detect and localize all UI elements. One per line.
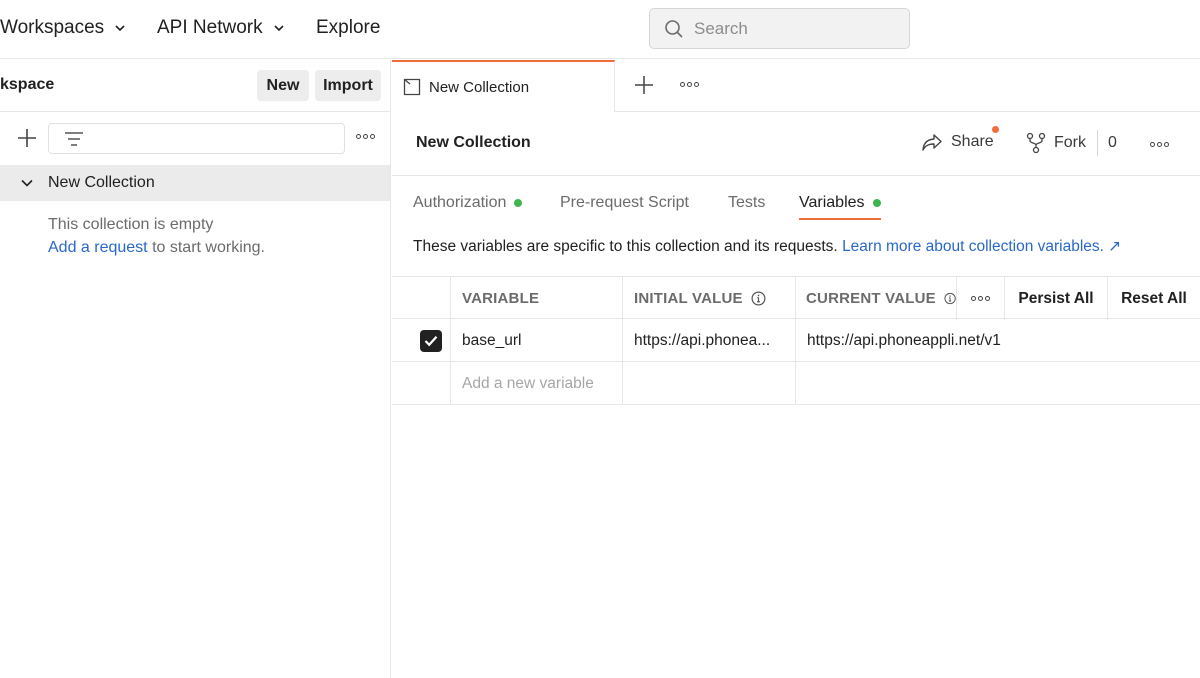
sidebar-toolbar [0,112,390,165]
fork-button[interactable]: Fork [1026,132,1086,154]
api-network-menu[interactable]: API Network [157,17,285,39]
collection-more-icon[interactable] [1150,142,1169,147]
add-collection-icon[interactable] [14,125,40,151]
header-initial-value-label: INITIAL VALUE [634,290,743,307]
info-icon[interactable] [944,291,956,306]
tab-tests[interactable]: Tests [728,188,765,218]
fork-icon [1026,132,1046,154]
share-icon [922,134,942,151]
filter-icon [65,131,83,146]
reset-all-button[interactable]: Reset All [1108,277,1200,320]
more-options-icon[interactable] [356,134,375,139]
chevron-down-icon [274,25,284,32]
collection-header: New Collection Share Fork 0 [392,112,1200,176]
tab-new-collection[interactable]: New Collection [392,60,615,112]
search-box[interactable] [649,8,910,49]
new-tab-icon[interactable] [632,73,656,97]
search-input[interactable] [694,18,884,39]
chevron-down-icon [115,25,125,32]
tab-authorization-label: Authorization [413,194,507,211]
new-initial-value-cell[interactable] [623,362,795,405]
tab-pre-request-label: Pre-request Script [560,194,689,211]
tab-label: New Collection [429,78,530,96]
persist-all-button[interactable]: Persist All [1005,277,1107,320]
workspaces-label: Workspaces [0,17,105,38]
add-request-link[interactable]: Add a request [48,239,148,256]
sidebar: kspace New Import New Collection This co… [0,60,391,678]
tabs-bar: New Collection [392,60,1200,112]
search-icon [665,19,683,38]
explore-link[interactable]: Explore [316,17,380,39]
header-initial-value: INITIAL VALUE [634,277,794,320]
collection-subtabs: Authorization Pre-request Script Tests V… [392,176,1200,220]
status-dot [514,199,523,207]
workspaces-menu[interactable]: Workspaces [0,17,126,39]
table-row: base_url https://api.phonea... https://a… [392,319,1200,362]
share-button[interactable]: Share [921,132,994,152]
header-current-value: CURRENT VALUE [806,277,956,320]
api-network-label: API Network [157,17,263,38]
collection-title: New Collection [416,134,531,151]
tab-tests-label: Tests [728,194,766,211]
tab-variables-label: Variables [799,194,865,211]
notification-dot [992,126,999,133]
explore-label: Explore [316,17,381,38]
new-current-value-cell[interactable] [796,362,1200,405]
header-current-value-label: CURRENT VALUE [806,290,936,307]
checkmark-icon [424,335,438,346]
chevron-down-icon [21,179,33,187]
initial-value-cell[interactable]: https://api.phonea... [634,319,792,362]
table-header-row: VARIABLE INITIAL VALUE CURRENT VALUE Per… [392,276,1200,320]
empty-collection-text: This collection is empty [48,216,214,233]
table-more-icon[interactable] [957,277,1004,320]
current-value-cell[interactable]: https://api.phoneappli.net/v1 [807,319,1197,362]
header-variable: VARIABLE [462,290,540,307]
variables-table: VARIABLE INITIAL VALUE CURRENT VALUE Per… [392,276,1200,405]
fork-label: Fork [1054,134,1086,151]
add-variable-input[interactable]: Add a new variable [462,362,620,405]
variables-description: These variables are specific to this col… [413,237,1121,256]
share-label: Share [951,133,994,150]
collection-name-label: New Collection [48,174,155,191]
table-row: Add a new variable [392,362,1200,405]
learn-more-link[interactable]: Learn more about collection variables. ↗ [842,238,1121,255]
filter-input[interactable] [48,123,345,154]
header-divider [1097,130,1098,156]
tab-pre-request-script[interactable]: Pre-request Script [560,188,689,218]
fork-count: 0 [1108,134,1117,151]
workspace-title: kspace [0,76,55,93]
status-dot [872,199,881,207]
collection-icon [403,78,421,96]
description-text: These variables are specific to this col… [413,238,838,255]
tab-authorization[interactable]: Authorization [413,188,523,218]
empty-collection-hint: to start working. [147,239,265,256]
row-checkbox-cell [420,319,448,362]
variable-name-cell[interactable]: base_url [462,319,617,362]
new-button[interactable]: New [257,70,309,101]
tab-more-icon[interactable] [680,82,699,87]
import-button[interactable]: Import [315,70,381,101]
sidebar-item-new-collection[interactable]: New Collection [0,165,390,201]
top-navbar: Workspaces API Network Explore [0,0,1200,59]
info-icon[interactable] [751,291,766,306]
enable-checkbox[interactable] [420,329,442,352]
empty-collection-message: This collection is empty Add a request t… [48,213,265,259]
tab-variables[interactable]: Variables [799,188,881,220]
